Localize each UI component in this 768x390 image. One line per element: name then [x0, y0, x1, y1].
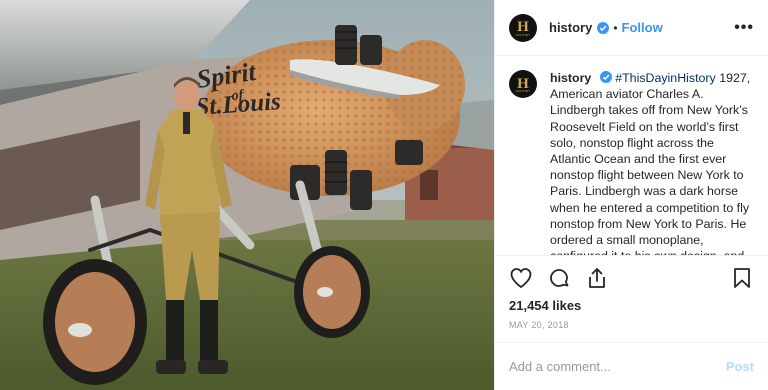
bookmark-icon[interactable]	[730, 266, 754, 290]
more-options-icon[interactable]: •••	[734, 19, 754, 36]
wheel-left	[43, 259, 147, 385]
share-icon[interactable]	[585, 266, 609, 290]
caption-avatar-sub: HISTORY	[515, 89, 531, 93]
likes-count[interactable]: 21,454 likes	[509, 298, 754, 313]
comment-icon[interactable]	[547, 266, 571, 290]
post-header: H HISTORY history • Follow •••	[495, 0, 768, 56]
lindbergh-photo: Spirit of St.Louis	[0, 0, 494, 390]
post-date: MAY 20, 2018	[509, 320, 569, 330]
instagram-post: Spirit of St.Louis H HISTORY history • F…	[0, 0, 768, 390]
caption-text: 1927, American aviator Charles A. Lindbe…	[550, 71, 751, 255]
post-comment-button[interactable]: Post	[726, 359, 754, 374]
avatar-logo-sub: HISTORY	[515, 32, 531, 37]
follow-button[interactable]: Follow	[622, 20, 663, 35]
post-caption: history #ThisDayinHistory 1927, American…	[550, 70, 754, 255]
wheel-right	[294, 246, 370, 338]
avatar[interactable]: H HISTORY	[509, 13, 537, 42]
verified-badge-icon	[597, 21, 610, 34]
header-username[interactable]: history	[549, 20, 592, 35]
post-actions: 21,454 likes MAY 20, 2018	[495, 255, 768, 330]
caption-avatar[interactable]: H HISTORY	[509, 70, 537, 98]
comment-input[interactable]	[509, 359, 726, 374]
comments-area: H HISTORY history #ThisDayinHistory 1927…	[495, 56, 768, 255]
caption-username[interactable]: history	[550, 71, 591, 85]
heart-icon[interactable]	[509, 266, 533, 290]
post-sidebar: H HISTORY history • Follow ••• H HISTORY…	[494, 0, 768, 390]
separator-dot: •	[613, 20, 618, 35]
caption-verified-icon	[599, 71, 612, 83]
action-icons	[509, 264, 754, 292]
add-comment-bar: Post	[495, 342, 768, 390]
hashtag-link[interactable]: #ThisDayinHistory	[615, 71, 716, 85]
post-photo[interactable]: Spirit of St.Louis	[0, 0, 494, 390]
